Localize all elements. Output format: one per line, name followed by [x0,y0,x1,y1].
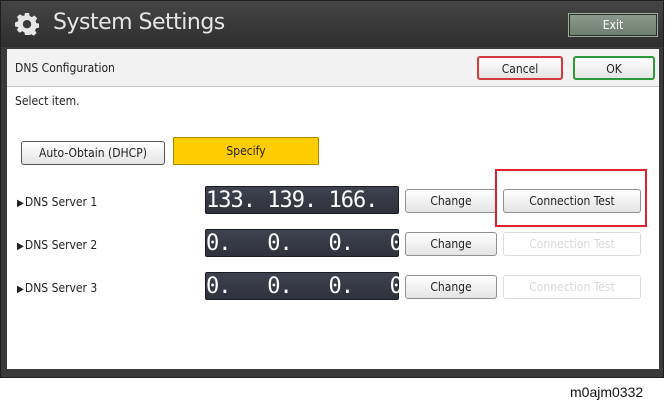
title-bar: System Settings Exit [1,1,663,47]
instruction-text: Select item. [15,94,80,108]
right-triangle-icon: ▶ [17,241,24,252]
device-screen: System Settings Exit DNS Configuration C… [0,0,664,378]
dns-server-3-ip: 0. 0. 0. 0 [205,272,403,300]
auto-obtain-dhcp-button[interactable]: Auto-Obtain (DHCP) [21,141,165,165]
dns-server-3-connection-test-button: Connection Test [503,275,641,299]
dns-server-2-change-button[interactable]: Change [405,232,497,256]
dns-server-2-label: ▶DNS Server 2 [17,238,98,252]
right-triangle-icon: ▶ [17,284,24,295]
dns-configuration-panel: DNS Configuration Cancel OK Select item.… [7,49,659,369]
window-title: System Settings [53,10,225,35]
dns-server-1-change-button[interactable]: Change [405,189,497,213]
right-triangle-icon: ▶ [17,198,24,209]
cancel-button[interactable]: Cancel [477,56,563,80]
dns-server-1-label: ▶DNS Server 1 [17,195,98,209]
dns-server-3-change-button[interactable]: Change [405,275,497,299]
ok-button[interactable]: OK [573,56,655,80]
figure-caption: m0ajm0332 [570,384,644,400]
dns-server-3-label: ▶DNS Server 3 [17,281,98,295]
page-title: DNS Configuration [15,61,115,75]
connection-test-highlight [495,169,647,227]
exit-button[interactable]: Exit [568,13,658,37]
dns-server-2-ip: 0. 0. 0. 0 [205,229,403,257]
dns-server-2-connection-test-button: Connection Test [503,232,641,256]
gear-icon [15,13,39,36]
panel-header: DNS Configuration Cancel OK [7,49,659,87]
specify-button[interactable]: Specify [173,137,319,165]
dns-server-1-ip: 133. 139. 166. 1 [205,186,427,214]
